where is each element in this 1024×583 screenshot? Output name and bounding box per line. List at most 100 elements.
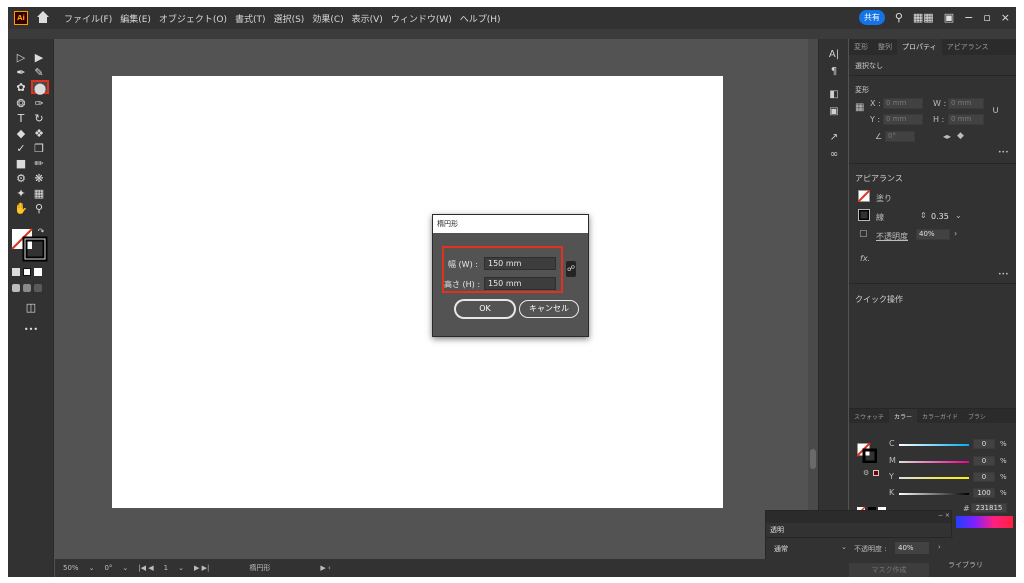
tab-align[interactable]: 整列 xyxy=(873,39,897,55)
angle-field[interactable]: 0° xyxy=(885,131,915,142)
menu-view[interactable]: 表示(V) xyxy=(352,12,383,25)
artboards-icon[interactable]: ▣ xyxy=(827,106,841,120)
tab-transform[interactable]: 変形 xyxy=(849,39,873,55)
out-of-gamut-swatch[interactable] xyxy=(873,470,879,476)
direct-selection-tool-icon[interactable]: ▶ xyxy=(30,51,48,65)
color-mode-icon[interactable] xyxy=(12,268,20,276)
minimize-button[interactable]: − xyxy=(964,11,973,24)
channel-c-slider[interactable] xyxy=(899,444,969,446)
menu-object[interactable]: オブジェクト(O) xyxy=(159,12,227,25)
channel-y-slider[interactable] xyxy=(899,477,969,479)
color-fill-stroke-swatch[interactable] xyxy=(857,443,877,463)
share-button[interactable]: 共有 xyxy=(858,10,885,25)
make-mask-button[interactable]: マスク作成 xyxy=(849,563,929,577)
arrange-icon[interactable]: ▣ xyxy=(944,11,954,24)
shape-builder-icon[interactable]: ❒ xyxy=(30,142,48,156)
tab-swatches[interactable]: スウォッチ xyxy=(849,409,889,423)
selection-tool-icon[interactable]: ▷ xyxy=(12,51,30,65)
rotation-dropdown-icon[interactable]: ⌄ xyxy=(122,564,128,572)
y-field[interactable]: 0 mm xyxy=(883,114,923,125)
screen-mode-icon[interactable]: ◫ xyxy=(22,301,40,315)
height-input[interactable]: 150 mm xyxy=(484,277,556,290)
width-tool-icon[interactable]: ❖ xyxy=(30,127,48,141)
pin-tool-icon[interactable]: ✦ xyxy=(12,187,30,201)
workspace-icon[interactable]: ▦▦ xyxy=(913,11,934,24)
stroke-swatch[interactable] xyxy=(858,209,870,221)
constrain-proportions-icon[interactable]: ∪ xyxy=(992,105,999,116)
fill-none-swatch[interactable] xyxy=(858,190,870,202)
menu-select[interactable]: 選択(S) xyxy=(274,12,305,25)
edit-toolbar-icon[interactable]: ••• xyxy=(22,323,40,337)
flip-vertical-icon[interactable]: ◆ xyxy=(957,131,964,141)
pencil-tool-icon[interactable]: ✎ xyxy=(30,66,48,80)
menu-type[interactable]: 書式(T) xyxy=(235,12,266,25)
stroke-weight-stepper-icon[interactable]: ⇕ xyxy=(920,211,927,220)
symbol-tool-icon[interactable]: ❂ xyxy=(12,97,30,111)
channel-c-field[interactable]: 0 xyxy=(973,439,995,449)
swap-colors-icon[interactable]: ↷ xyxy=(32,225,50,239)
ok-button[interactable]: OK xyxy=(455,300,515,318)
gradient-tool-icon[interactable]: ■ xyxy=(12,157,30,171)
draw-behind-icon[interactable] xyxy=(23,284,31,292)
channel-k-slider[interactable] xyxy=(899,493,969,495)
transparency-opacity-field[interactable]: 40% xyxy=(895,542,929,554)
blend-mode-dropdown-icon[interactable]: ⌄ xyxy=(841,543,847,551)
draw-normal-icon[interactable] xyxy=(12,284,20,292)
h-field[interactable]: 0 mm xyxy=(948,114,984,125)
mesh-tool-icon[interactable]: ✏ xyxy=(30,157,48,171)
hex-field[interactable]: 231815 xyxy=(971,503,1007,513)
scrollbar-thumb[interactable] xyxy=(810,449,816,469)
libraries-tab[interactable]: ライブラリ xyxy=(948,560,983,570)
zoom-dropdown-icon[interactable]: ⌄ xyxy=(89,564,95,572)
artboard-tool-icon[interactable]: ▦ xyxy=(30,187,48,201)
blend-mode-select[interactable]: 通常 xyxy=(774,544,788,554)
constrain-link-icon[interactable]: ☍ xyxy=(566,261,576,277)
links-icon[interactable]: ∞ xyxy=(827,149,841,163)
menu-edit[interactable]: 編集(E) xyxy=(120,12,151,25)
panel-collapse-icon[interactable]: − × xyxy=(938,512,950,519)
menu-window[interactable]: ウィンドウ(W) xyxy=(391,12,452,25)
menu-effect[interactable]: 効果(C) xyxy=(312,12,343,25)
home-icon[interactable] xyxy=(36,11,50,25)
maximize-button[interactable]: ▫ xyxy=(983,11,990,24)
artboard-number[interactable]: 1 xyxy=(164,564,168,572)
stroke-weight-value[interactable]: 0.35 xyxy=(931,212,949,221)
hand-tool-icon[interactable]: ✋ xyxy=(12,202,30,216)
shaper-tool-icon[interactable]: ◆ xyxy=(12,127,30,141)
cancel-button[interactable]: キャンセル xyxy=(519,300,579,318)
color-spectrum[interactable] xyxy=(956,516,1013,528)
opacity-arrow-icon[interactable]: › xyxy=(954,229,957,238)
channel-k-field[interactable]: 100 xyxy=(973,488,995,498)
layers-icon[interactable]: ◧ xyxy=(827,89,841,103)
width-input[interactable]: 150 mm xyxy=(484,257,556,270)
channel-m-slider[interactable] xyxy=(899,461,969,463)
status-arrow-icon[interactable]: ▶ ‹ xyxy=(320,564,330,572)
menu-help[interactable]: ヘルプ(H) xyxy=(460,12,501,25)
tab-transparency[interactable]: 透明 xyxy=(766,523,802,537)
stroke-weight-dropdown-icon[interactable]: ⌄ xyxy=(955,211,962,220)
transform-more-button[interactable]: ••• xyxy=(998,149,1009,156)
menu-file[interactable]: ファイル(F) xyxy=(64,12,112,25)
close-button[interactable]: × xyxy=(1001,11,1010,24)
export-icon[interactable]: ↗ xyxy=(827,132,841,146)
rotate-tool-icon[interactable]: ↻ xyxy=(30,112,48,126)
type-tool-icon[interactable]: T xyxy=(12,112,30,126)
vertical-scrollbar[interactable] xyxy=(808,39,818,559)
opacity-field[interactable]: 40% xyxy=(916,229,950,240)
fx-button[interactable]: fx. xyxy=(860,254,870,263)
flip-horizontal-icon[interactable]: ◂▸ xyxy=(943,132,951,141)
paragraph-icon[interactable]: ¶ xyxy=(827,66,841,80)
gradient-mode-icon[interactable] xyxy=(23,268,31,276)
tab-brushes[interactable]: ブラシ xyxy=(963,409,991,423)
none-mode-icon[interactable] xyxy=(34,268,42,276)
x-field[interactable]: 0 mm xyxy=(883,98,923,109)
draw-inside-icon[interactable] xyxy=(34,284,42,292)
rotation-value[interactable]: 0° xyxy=(104,564,112,572)
tab-appearance[interactable]: アピアランス xyxy=(942,39,994,55)
brush-tool-icon[interactable]: ✑ xyxy=(30,97,48,111)
first-artboard-icon[interactable]: |◀ ◀ xyxy=(138,564,153,572)
next-artboard-icon[interactable]: ▶ ▶| xyxy=(194,564,209,572)
eyedropper-tool-icon[interactable]: ✓ xyxy=(12,142,30,156)
zoom-level[interactable]: 50% xyxy=(63,564,79,572)
pen-tool-icon[interactable]: ✒ xyxy=(12,66,30,80)
